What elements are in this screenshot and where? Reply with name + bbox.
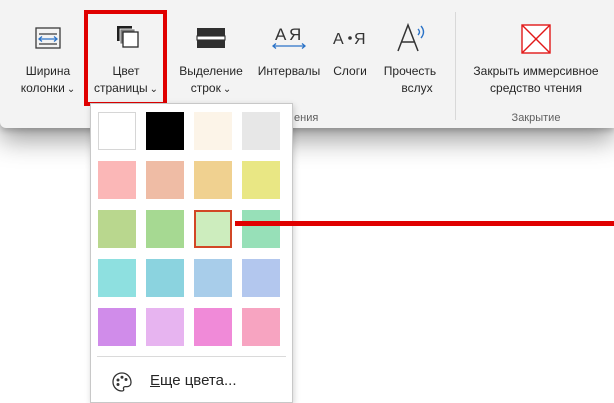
syllables-icon: А Я xyxy=(333,31,366,48)
color-swatch-sea-green[interactable] xyxy=(242,210,280,248)
column-width-label-1: Ширина xyxy=(25,64,71,78)
color-swatch-black[interactable] xyxy=(146,112,184,150)
syllables-label: Слоги xyxy=(333,64,367,78)
line-focus-icon xyxy=(196,28,226,48)
svg-text:А: А xyxy=(275,25,287,44)
syllables-button[interactable]: А Я Слоги xyxy=(328,0,372,106)
read-aloud-icon xyxy=(397,22,425,52)
color-swatch-light-orange[interactable] xyxy=(194,161,232,199)
close-group-title: Закрытие xyxy=(511,112,561,124)
line-focus-label-1: Выделение xyxy=(179,64,243,78)
close-reader-label-2: средство чтения xyxy=(490,81,582,95)
color-swatch-white[interactable] xyxy=(98,112,136,150)
close-reader-label-1: Закрыть иммерсивное xyxy=(473,64,599,78)
more-colors-accel-key: Е xyxy=(150,372,161,389)
color-swatch-rose[interactable] xyxy=(242,308,280,346)
color-swatch-light-lilac[interactable] xyxy=(146,308,184,346)
color-swatch-light-green[interactable] xyxy=(146,210,184,248)
page-color-label-1: Цвет xyxy=(112,64,140,78)
color-swatch-pink[interactable] xyxy=(194,308,232,346)
color-swatch-cream[interactable] xyxy=(194,112,232,150)
menu-divider xyxy=(97,356,286,357)
page-color-label-2: страницы xyxy=(93,81,148,95)
page-color-button[interactable]: Цвет страницы ⌄ xyxy=(86,0,166,106)
chevron-down-icon: ⌄ xyxy=(149,84,159,95)
spacing-label: Интервалы xyxy=(257,64,321,78)
page-color-icon xyxy=(117,26,139,48)
color-swatch-mint-selected[interactable] xyxy=(194,210,232,248)
more-colors-label: Еще цвета... xyxy=(150,372,236,389)
color-swatch-light-gray[interactable] xyxy=(242,112,280,150)
close-immersive-reader-button[interactable]: Закрыть иммерсивное средство чтения xyxy=(462,0,610,106)
svg-text:Я: Я xyxy=(289,25,301,44)
annotation-pointer-line xyxy=(235,221,614,226)
read-aloud-label-1: Прочесть xyxy=(383,64,437,78)
chevron-down-icon: ⌄ xyxy=(66,84,76,95)
options-group-title: ения xyxy=(294,112,319,124)
color-swatch-aqua[interactable] xyxy=(98,259,136,297)
color-swatch-lilac[interactable] xyxy=(98,308,136,346)
chevron-down-icon: ⌄ xyxy=(222,84,232,95)
close-icon xyxy=(521,24,551,54)
color-swatch-peach[interactable] xyxy=(146,161,184,199)
page-color-dropdown: Еще цвета... xyxy=(90,103,293,403)
more-colors-button[interactable]: Еще цвета... xyxy=(91,356,292,402)
read-aloud-button[interactable]: Прочесть вслух xyxy=(373,0,447,106)
column-width-label-2: колонки xyxy=(20,81,65,95)
color-swatch-light-teal[interactable] xyxy=(146,259,184,297)
palette-icon xyxy=(112,372,132,392)
group-divider xyxy=(455,12,456,120)
column-width-icon xyxy=(35,27,61,49)
color-swatch-olive-green[interactable] xyxy=(98,210,136,248)
line-focus-button[interactable]: Выделение строк ⌄ xyxy=(172,0,250,106)
color-swatch-light-yellow[interactable] xyxy=(242,161,280,199)
color-swatch-periwinkle[interactable] xyxy=(242,259,280,297)
color-swatch-light-pink[interactable] xyxy=(98,161,136,199)
svg-text:А: А xyxy=(333,31,344,48)
svg-text:Я: Я xyxy=(354,31,366,48)
line-focus-label-2: строк xyxy=(190,81,221,95)
color-swatch-light-blue[interactable] xyxy=(194,259,232,297)
more-colors-label-rest: ще цвета... xyxy=(160,372,237,389)
text-spacing-icon: А Я xyxy=(271,25,307,49)
spacing-button[interactable]: А Я Интервалы xyxy=(253,0,325,106)
column-width-button[interactable]: Ширина колонки ⌄ xyxy=(8,0,88,106)
read-aloud-label-2: вслух xyxy=(401,81,433,95)
